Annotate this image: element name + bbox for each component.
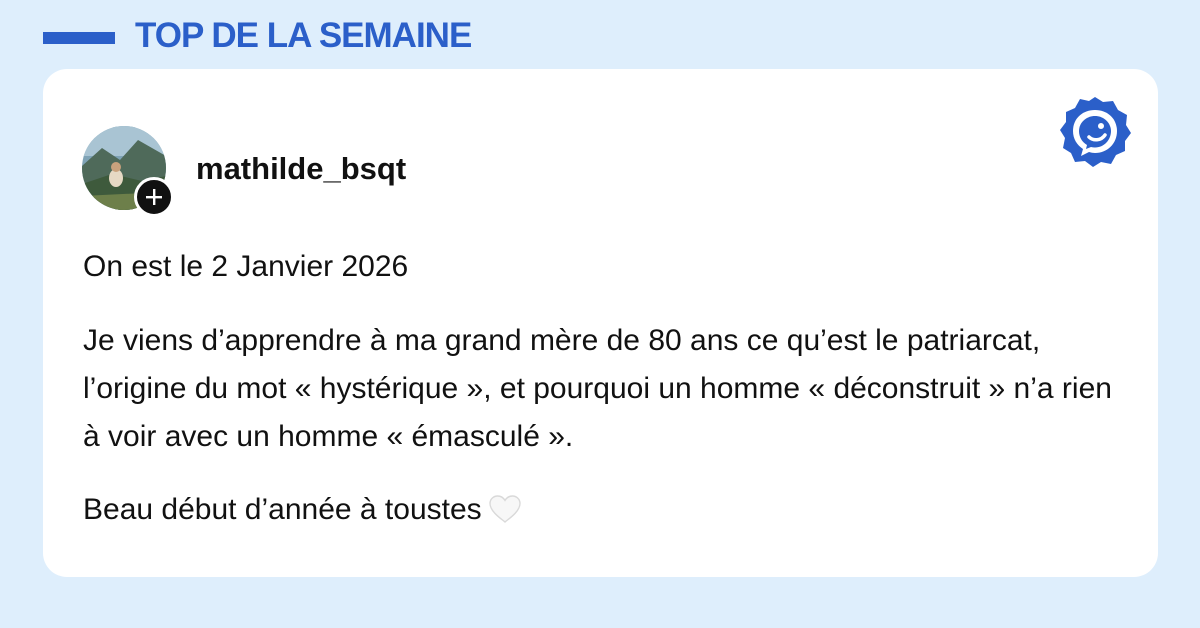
follow-button[interactable] <box>134 177 174 217</box>
author-username[interactable]: mathilde_bsqt <box>196 151 406 187</box>
post-paragraph-body: Je viens d’apprendre à ma grand mère de … <box>83 324 1112 453</box>
plus-icon <box>146 189 162 205</box>
author-avatar-group[interactable] <box>82 126 174 217</box>
section-title: TOP DE LA SEMAINE <box>135 16 472 55</box>
chat-bubble-logo-icon <box>1057 93 1133 169</box>
header-accent-bar <box>43 32 115 44</box>
post-paragraph-closing: Beau début d’année à toustes <box>83 486 1133 534</box>
post-paragraph-date: On est le 2 Janvier 2026 <box>83 250 409 283</box>
post-card: mathilde_bsqt On est le 2 Janvier 2026 J… <box>43 69 1158 577</box>
closing-text: Beau début d’année à toustes <box>83 493 482 526</box>
white-heart-icon <box>488 495 521 523</box>
